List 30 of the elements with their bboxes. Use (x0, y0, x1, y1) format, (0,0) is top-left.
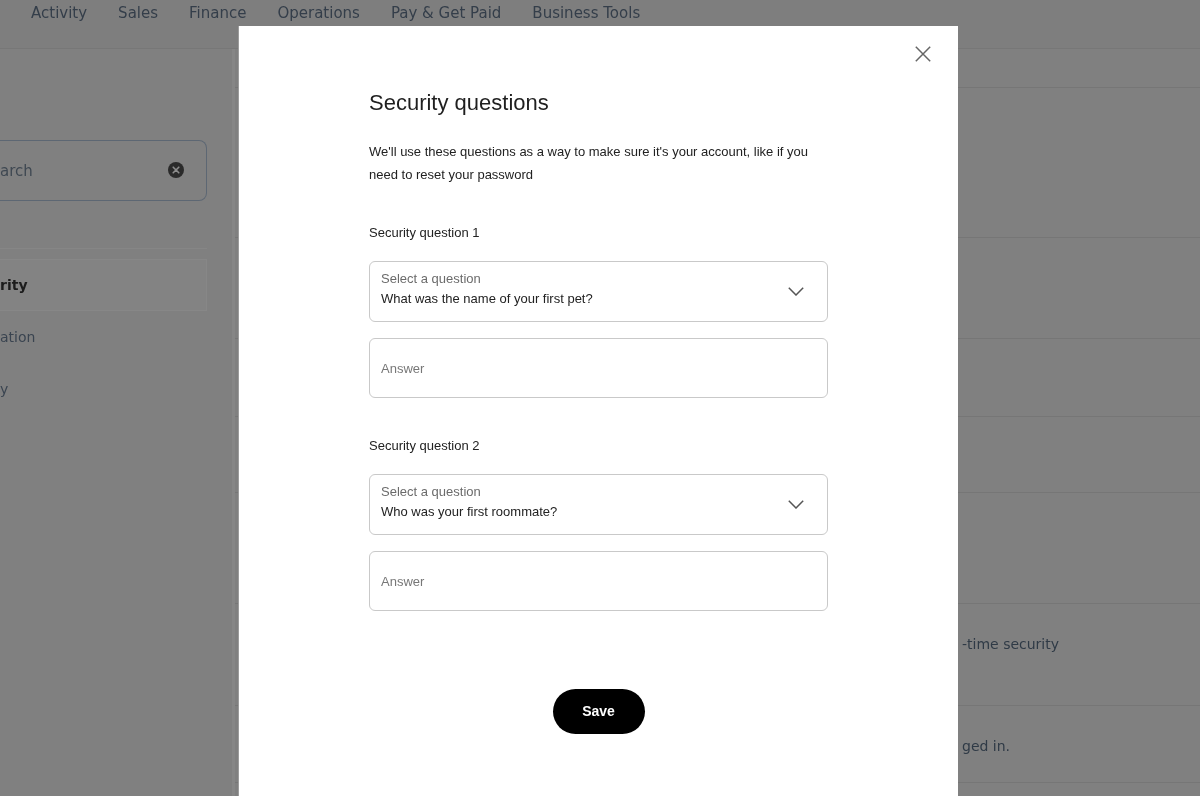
question-select[interactable]: Select a question Who was your first roommate? (369, 474, 828, 535)
answer-field[interactable]: Answer (369, 338, 828, 398)
question-select[interactable]: Select a question What was the name of your first pet? (369, 261, 828, 322)
description-text: ged in. (962, 738, 1011, 754)
select-value: What was the name of your first pet? (381, 290, 594, 308)
close-icon (915, 46, 931, 62)
search-field[interactable]: arch (0, 140, 207, 201)
clear-icon[interactable] (168, 162, 184, 178)
select-label: Select a question (381, 270, 482, 288)
answer-field[interactable]: Answer (369, 551, 828, 611)
close-button[interactable] (913, 44, 933, 64)
dialog-title: Security questions (369, 89, 550, 117)
nav-link[interactable]: Finance (189, 3, 247, 23)
nav-link[interactable]: Operations (277, 3, 360, 23)
nav-link[interactable]: Sales (118, 3, 159, 23)
chevron-down-icon (788, 287, 804, 296)
field-label: Security question 2 (369, 437, 481, 455)
dialog-description: We'll use these questions as a way to make sure it's your account, like if you need to reset your password (369, 143, 809, 184)
chevron-down-icon (788, 500, 804, 509)
sidebar-item[interactable]: y (0, 363, 207, 415)
field-label: Security question 1 (369, 224, 481, 242)
sidebar-item[interactable]: ation (0, 311, 207, 363)
select-value: Who was your first roommate? (381, 503, 559, 521)
nav-link[interactable]: Activity (31, 3, 88, 23)
save-button[interactable]: Save (552, 689, 645, 734)
select-label: Select a question (381, 483, 482, 501)
nav-link[interactable]: Pay & Get Paid (390, 3, 502, 23)
sidebar-item[interactable]: rity (0, 259, 207, 311)
nav-link[interactable]: Business Tools (532, 3, 641, 23)
description-text: -time security (962, 636, 1060, 652)
